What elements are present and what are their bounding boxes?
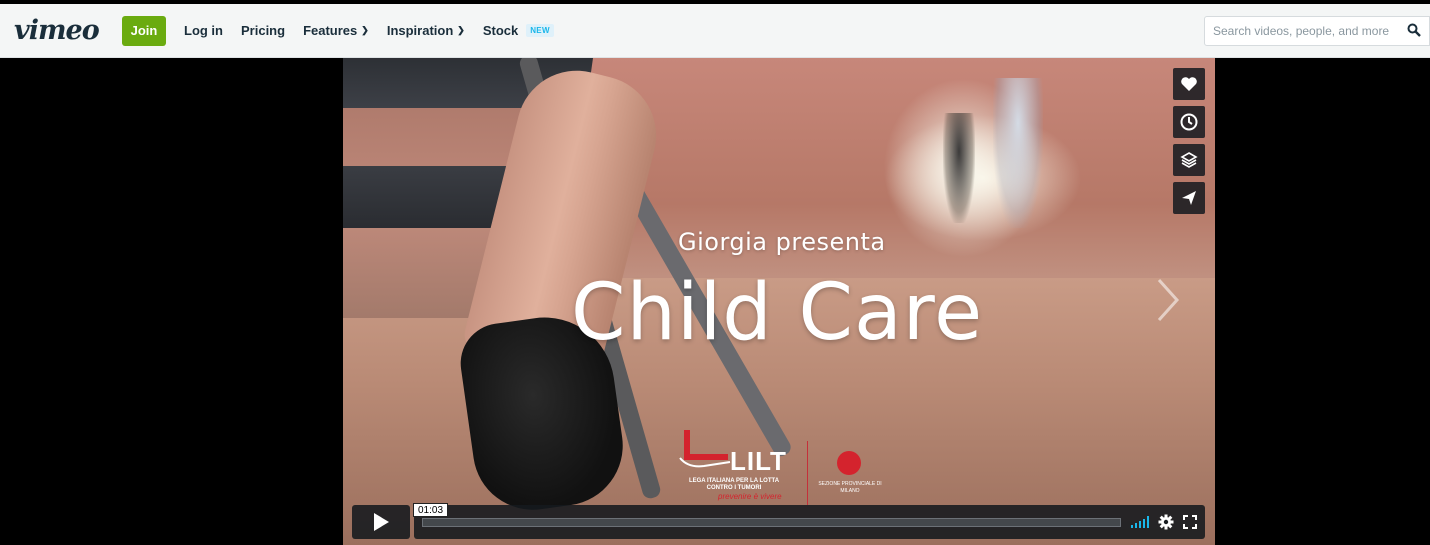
- lilt-mark-icon: [679, 430, 731, 468]
- current-time-label: 01:03: [413, 503, 449, 517]
- player-controls: [352, 505, 1205, 539]
- new-badge: NEW: [526, 24, 554, 37]
- settings-gear-icon[interactable]: [1158, 514, 1174, 530]
- video-player[interactable]: Giorgia presenta Child Care LILT LEGA IT…: [343, 58, 1215, 545]
- search-icon[interactable]: [1407, 23, 1423, 39]
- lilt-tagline: prevenire è vivere: [718, 492, 782, 501]
- share-button[interactable]: [1173, 182, 1205, 214]
- chevron-right-icon[interactable]: [1155, 276, 1181, 324]
- clock-icon: [1180, 113, 1198, 131]
- video-presenter-line: Giorgia presenta: [678, 228, 886, 256]
- side-actions: [1173, 68, 1205, 214]
- sezione-text: SEZIONE PROVINCIALE DI MILANO: [818, 481, 882, 494]
- search-box[interactable]: [1204, 16, 1430, 46]
- nav-features-label: Features: [303, 23, 358, 38]
- video-title: Child Care: [571, 268, 984, 358]
- progress-bar[interactable]: [422, 517, 1121, 527]
- collections-button[interactable]: [1173, 144, 1205, 176]
- lilt-logo: LILT LEGA ITALIANA PER LA LOTTA CONTRO I…: [678, 428, 798, 508]
- nav-pricing[interactable]: Pricing: [241, 23, 285, 38]
- nav-login-label: Log in: [184, 23, 223, 38]
- like-button[interactable]: [1173, 68, 1205, 100]
- chevron-down-icon: ❯: [361, 25, 369, 35]
- nav-features[interactable]: Features ❯: [303, 23, 369, 38]
- nav-stock-label: Stock: [482, 23, 519, 38]
- lilt-subtitle: LEGA ITALIANA PER LA LOTTA CONTRO I TUMO…: [688, 478, 780, 491]
- fullscreen-icon[interactable]: [1183, 515, 1197, 529]
- nav-inspiration[interactable]: Inspiration ❯: [387, 23, 465, 38]
- chevron-down-icon: ❯: [457, 25, 465, 35]
- control-icons: [1131, 514, 1197, 530]
- nav-login[interactable]: Log in: [184, 23, 223, 38]
- send-icon: [1182, 191, 1196, 205]
- heart-icon: [1181, 77, 1197, 91]
- nav-stock[interactable]: Stock NEW: [483, 23, 554, 38]
- play-button[interactable]: [352, 505, 410, 539]
- watch-later-button[interactable]: [1173, 106, 1205, 138]
- nav-pricing-label: Pricing: [241, 23, 286, 38]
- sezione-logo: SEZIONE PROVINCIALE DI MILANO: [807, 441, 882, 505]
- scene-person: [943, 113, 975, 223]
- top-nav: vimeo Join Log in Pricing Features ❯ Ins…: [0, 4, 1430, 58]
- sezione-emblem-icon: [837, 451, 861, 475]
- sezione-divider: [807, 441, 808, 505]
- scene-person: [993, 78, 1043, 228]
- join-button[interactable]: Join: [122, 15, 166, 46]
- play-icon: [374, 513, 389, 531]
- layers-icon: [1180, 152, 1198, 168]
- lilt-name: LILT: [730, 446, 787, 476]
- vimeo-logo[interactable]: vimeo: [14, 15, 110, 46]
- nav-inspiration-label: Inspiration: [386, 23, 454, 38]
- volume-icon[interactable]: [1131, 516, 1149, 528]
- nav-menu: Log in Pricing Features ❯ Inspiration ❯ …: [184, 23, 572, 38]
- control-bar: [414, 505, 1205, 539]
- search-input[interactable]: [1205, 24, 1401, 38]
